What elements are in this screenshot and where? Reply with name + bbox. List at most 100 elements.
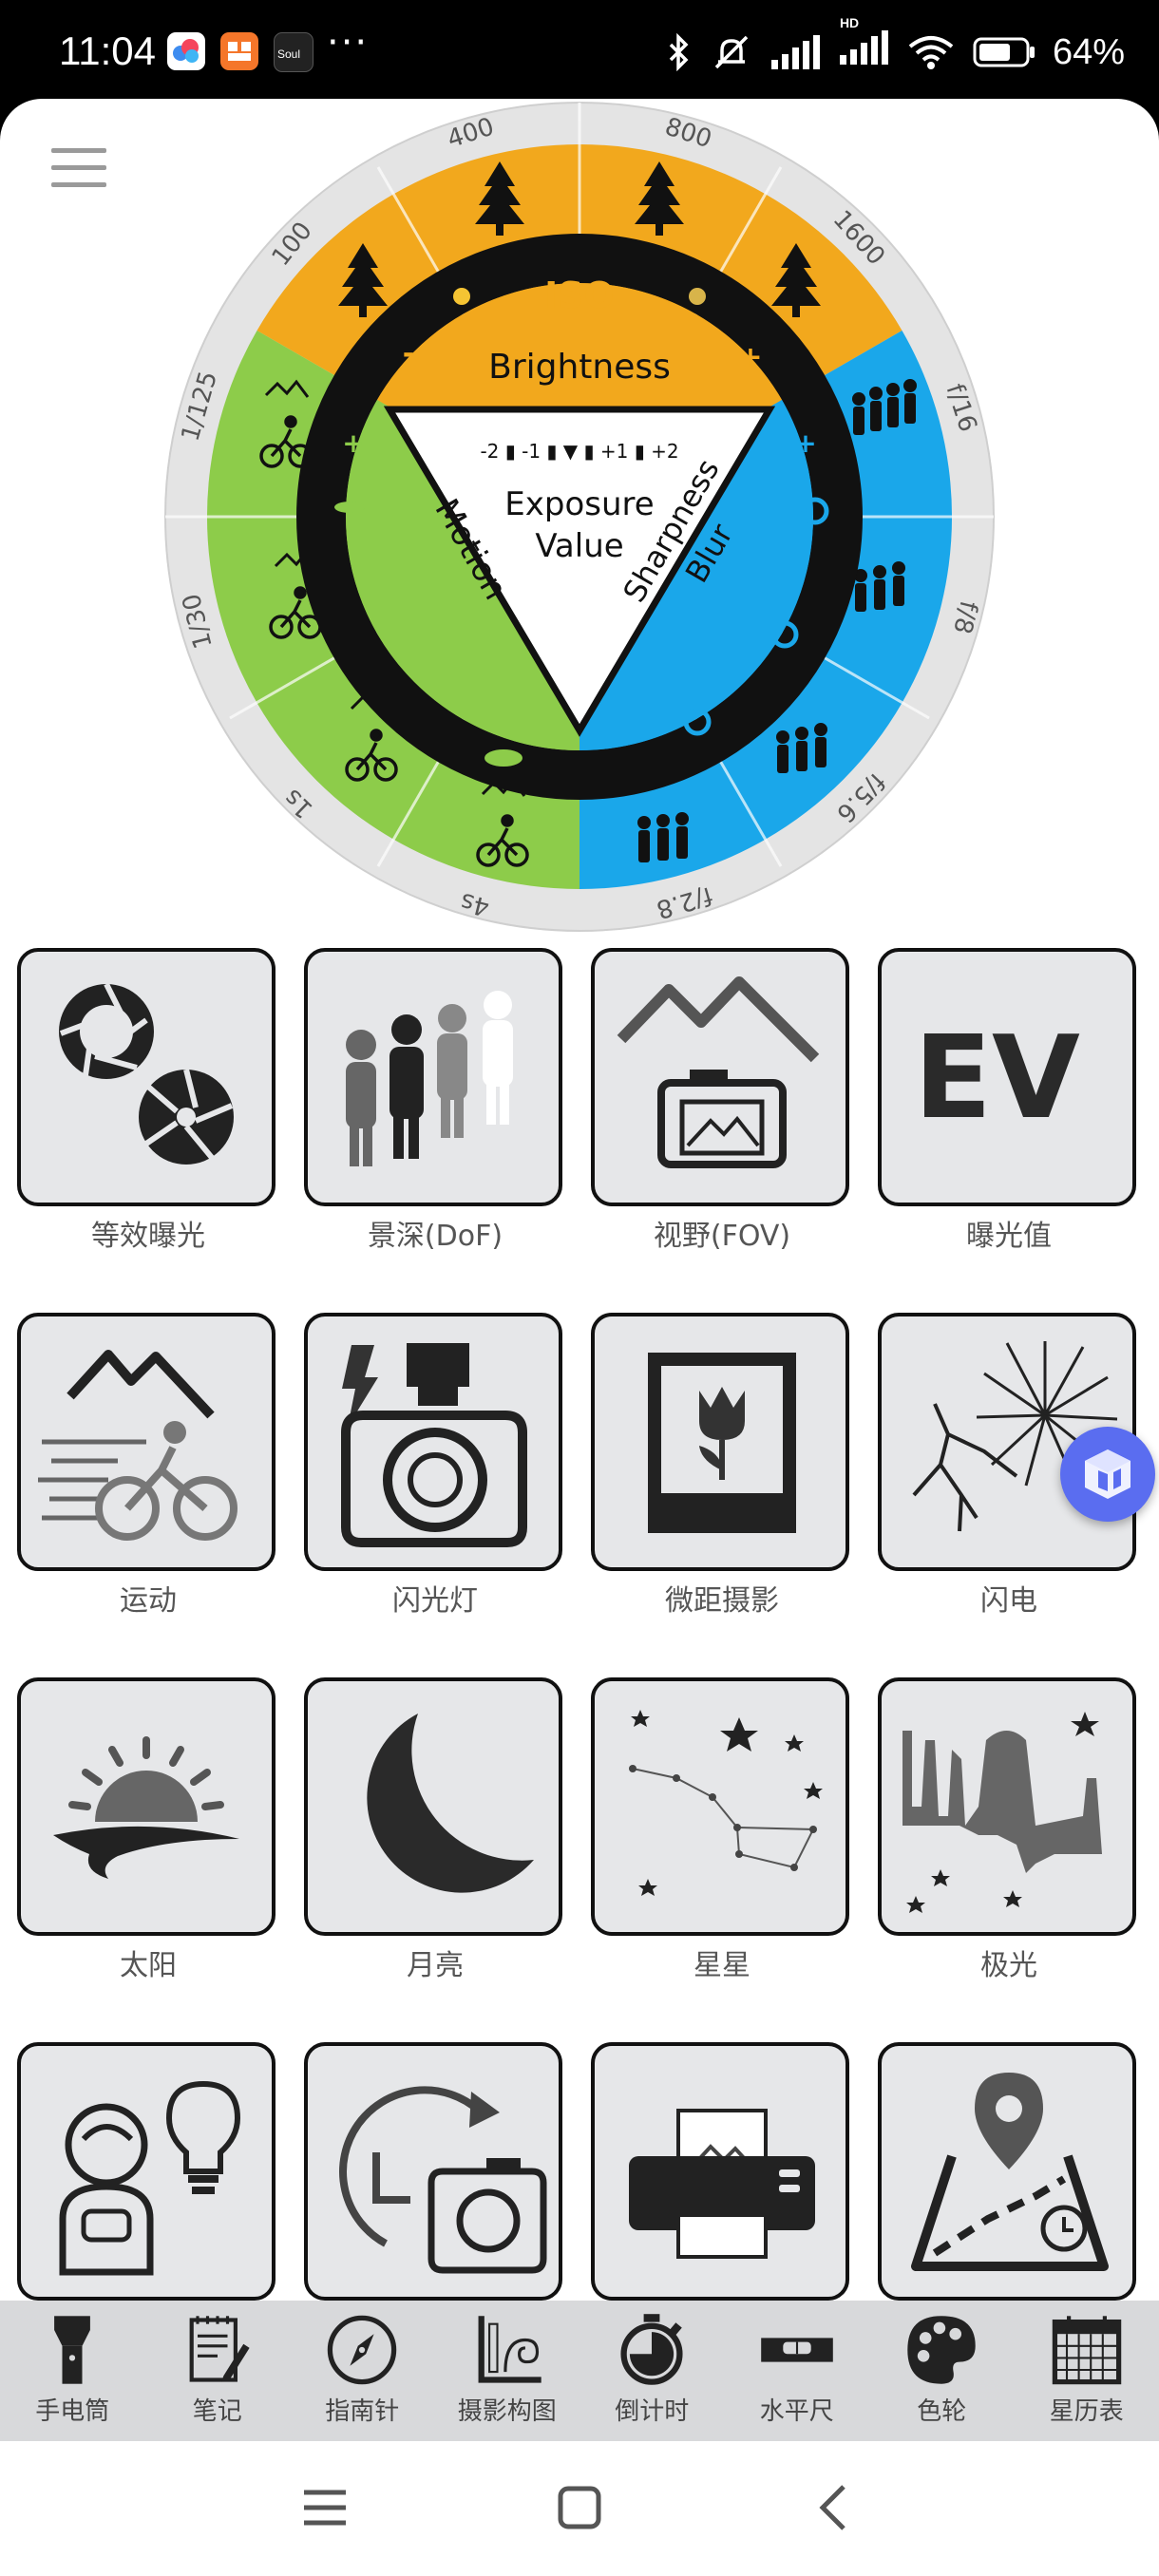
video-app-icon bbox=[220, 32, 258, 70]
macro-icon bbox=[648, 1353, 796, 1533]
cube-icon bbox=[1085, 1449, 1130, 1499]
tile-sun[interactable]: 太阳 bbox=[17, 1677, 279, 1983]
toolbar-countdown[interactable]: 倒计时 bbox=[580, 2301, 725, 2441]
map-location-icon bbox=[911, 2073, 1109, 2271]
cloud-app-icon bbox=[167, 32, 205, 70]
svg-text:EV: EV bbox=[914, 1013, 1080, 1145]
brightness-plus: + bbox=[738, 341, 762, 374]
tile-astronaut[interactable] bbox=[17, 2042, 279, 2306]
tile-label: 极光 bbox=[980, 1949, 1037, 1982]
moon-icon bbox=[367, 1714, 534, 1893]
tile-label: 闪光灯 bbox=[392, 1584, 478, 1618]
app-screen: ISO Brightness - + + - + -2 ▮ -1 ▮ ▼ ▮ +… bbox=[0, 99, 1159, 2473]
tile-exposure-value[interactable]: EV 曝光值 bbox=[878, 948, 1140, 1254]
ev-scale: -2 ▮ -1 ▮ ▼ ▮ +1 ▮ +2 bbox=[480, 440, 678, 463]
motion-icon bbox=[38, 1350, 238, 1541]
tile-field-of-view[interactable]: 视野(FOV) bbox=[591, 948, 853, 1254]
toolbar-label: 色轮 bbox=[917, 2397, 967, 2426]
tile-location[interactable] bbox=[878, 2042, 1140, 2306]
timelapse-camera-icon bbox=[339, 2086, 547, 2274]
tile-label: 星星 bbox=[694, 1949, 750, 1982]
motion-plus: + bbox=[342, 427, 364, 459]
tile-equivalent-exposure[interactable]: 等效曝光 bbox=[17, 948, 279, 1254]
brightness-minus: - bbox=[403, 337, 414, 370]
sharpness-plus: + bbox=[794, 427, 816, 459]
tile-label: 闪电 bbox=[980, 1584, 1037, 1618]
astronaut-bulb-icon bbox=[59, 2080, 241, 2276]
back-nav-icon[interactable] bbox=[806, 2479, 863, 2536]
palette-icon bbox=[907, 2316, 976, 2384]
tile-label: 微距摄影 bbox=[665, 1584, 779, 1618]
tile-timelapse[interactable] bbox=[304, 2042, 566, 2306]
more-notifications-icon: ··· bbox=[327, 21, 370, 65]
toolbar-label: 水平尺 bbox=[759, 2397, 834, 2426]
toolbar-label: 星历表 bbox=[1049, 2397, 1124, 2426]
toolbar-ephemeris[interactable]: 星历表 bbox=[1015, 2301, 1159, 2441]
compass-icon bbox=[328, 2315, 397, 2385]
toolbar-label: 指南针 bbox=[325, 2397, 400, 2426]
flash-icon bbox=[341, 1343, 527, 1547]
signal-hd-icon bbox=[839, 30, 888, 65]
home-nav-icon[interactable] bbox=[551, 2479, 608, 2536]
system-nav-bar bbox=[0, 2441, 1159, 2576]
tile-label: 景深(DoF) bbox=[367, 1220, 504, 1253]
center-label-exposure: Exposure bbox=[504, 485, 654, 523]
dim-bulb-icon bbox=[453, 288, 470, 305]
tile-label: 等效曝光 bbox=[91, 1220, 205, 1253]
hare-icon bbox=[334, 502, 365, 513]
aurora-icon bbox=[902, 1712, 1102, 1913]
tile-label: 曝光值 bbox=[966, 1220, 1052, 1253]
tile-label: 月亮 bbox=[407, 1949, 464, 1982]
battery-percent: 64% bbox=[1052, 31, 1125, 72]
status-bar: 11:04 Soul ··· HD 64% bbox=[0, 0, 1159, 99]
toolbar-label: 倒计时 bbox=[615, 2397, 690, 2426]
bluetooth-icon bbox=[669, 33, 689, 71]
tile-depth-of-field[interactable]: 景深(DoF) bbox=[304, 948, 566, 1254]
sharpness-minus: - bbox=[631, 723, 642, 756]
toolbar-level[interactable]: 水平尺 bbox=[725, 2301, 870, 2441]
toolbar-label: 笔记 bbox=[192, 2397, 242, 2426]
stopwatch-icon bbox=[620, 2314, 683, 2385]
center-label-value: Value bbox=[535, 527, 623, 565]
battery-icon bbox=[973, 37, 1035, 67]
toolbar-compass[interactable]: 指南针 bbox=[290, 2301, 435, 2441]
silent-bell-icon bbox=[714, 35, 749, 69]
hamburger-menu-icon[interactable] bbox=[51, 148, 106, 188]
tile-stars[interactable]: 星星 bbox=[591, 1677, 853, 1983]
wifi-icon bbox=[908, 36, 954, 69]
toolbar-label: 手电筒 bbox=[35, 2397, 110, 2426]
toolbar-label: 摄影构图 bbox=[457, 2397, 557, 2426]
toolbar-notes[interactable]: 笔记 bbox=[145, 2301, 291, 2441]
bottom-toolbar: 手电筒 笔记 指南针 摄影构图 倒计时 水平尺 色轮 星历表 bbox=[0, 2301, 1159, 2441]
brightness-label: Brightness bbox=[488, 348, 671, 387]
tile-print[interactable] bbox=[591, 2042, 853, 2306]
tile-moon[interactable]: 月亮 bbox=[304, 1677, 566, 1983]
toolbar-composition[interactable]: 摄影构图 bbox=[435, 2301, 580, 2441]
field-of-view-icon bbox=[617, 976, 820, 1168]
svg-text:Soul: Soul bbox=[277, 47, 300, 61]
tile-macro[interactable]: 微距摄影 bbox=[591, 1313, 853, 1619]
menu-nav-icon[interactable] bbox=[296, 2479, 353, 2536]
stars-icon bbox=[629, 1710, 823, 1896]
exposure-wheel: ISO Brightness - + + - + -2 ▮ -1 ▮ ▼ ▮ +… bbox=[164, 102, 995, 932]
toolbar-flashlight[interactable]: 手电筒 bbox=[0, 2301, 145, 2441]
tile-label: 运动 bbox=[120, 1584, 177, 1618]
tile-label: 太阳 bbox=[120, 1949, 177, 1982]
equivalent-exposure-icon bbox=[59, 982, 234, 1165]
status-time: 11:04 bbox=[59, 28, 156, 73]
sun-icon bbox=[53, 1736, 239, 1879]
soul-app-icon: Soul bbox=[274, 32, 314, 72]
ev-icon: EV bbox=[914, 1013, 1080, 1145]
printer-icon bbox=[629, 2109, 815, 2259]
status-icons: HD 64% bbox=[665, 15, 1125, 76]
toolbar-color-wheel[interactable]: 色轮 bbox=[869, 2301, 1015, 2441]
floating-assistant-button[interactable] bbox=[1060, 1427, 1155, 1522]
bright-bulb-icon bbox=[689, 288, 706, 305]
tile-aurora[interactable]: 极光 bbox=[878, 1677, 1140, 1983]
level-icon bbox=[760, 2338, 833, 2362]
tile-label: 视野(FOV) bbox=[653, 1220, 791, 1253]
calendar-icon bbox=[1052, 2316, 1121, 2385]
tile-flash[interactable]: 闪光灯 bbox=[304, 1313, 566, 1619]
tile-motion[interactable]: 运动 bbox=[17, 1313, 279, 1619]
flashlight-icon bbox=[54, 2316, 91, 2384]
